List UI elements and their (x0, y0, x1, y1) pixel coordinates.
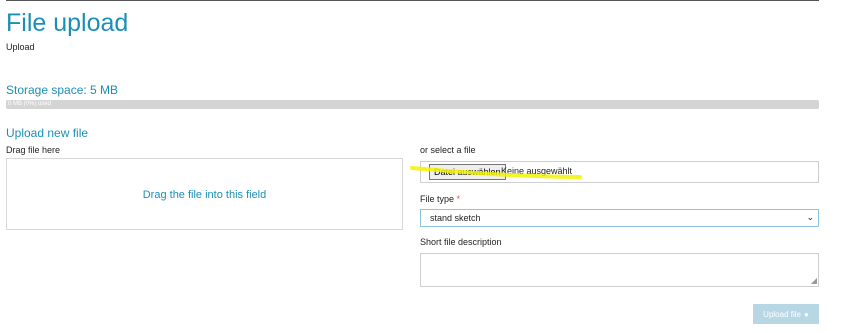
no-file-selected-text: Keine ausgewählt (501, 166, 573, 176)
top-divider (6, 0, 819, 1)
required-marker: * (456, 194, 461, 204)
choose-file-button[interactable]: Datei auswählen (429, 164, 506, 180)
user-icon: ● (803, 309, 809, 319)
upload-section-heading: Upload new file (6, 126, 89, 140)
page-title: File upload (6, 9, 129, 37)
file-input[interactable]: Datei auswählen Keine ausgewählt (420, 161, 819, 183)
select-file-label: or select a file (420, 145, 476, 155)
drag-label: Drag file here (6, 145, 61, 155)
breadcrumb[interactable]: Upload (6, 42, 35, 52)
drop-zone-text: Drag the file into this field (142, 189, 267, 201)
chevron-down-icon: ⌄ (806, 212, 814, 222)
upload-file-button[interactable]: Upload file ● (753, 304, 819, 324)
resize-handle-icon[interactable]: ◢ (811, 276, 817, 285)
file-type-select[interactable]: stand sketch ⌄ (420, 209, 819, 227)
file-type-label-text: File type (420, 194, 455, 204)
storage-progress-bar: 0 MB (0%) used (6, 100, 819, 109)
description-textarea[interactable]: ◢ (420, 253, 819, 287)
description-label: Short file description (420, 237, 502, 247)
upload-button-label: Upload file (763, 309, 801, 319)
storage-progress-text: 0 MB (0%) used (8, 101, 52, 107)
file-drop-zone[interactable]: Drag the file into this field (6, 158, 403, 230)
file-type-selected-value: stand sketch (430, 213, 481, 223)
storage-title: Storage space: 5 MB (6, 83, 119, 97)
file-type-label: File type * (420, 194, 460, 204)
